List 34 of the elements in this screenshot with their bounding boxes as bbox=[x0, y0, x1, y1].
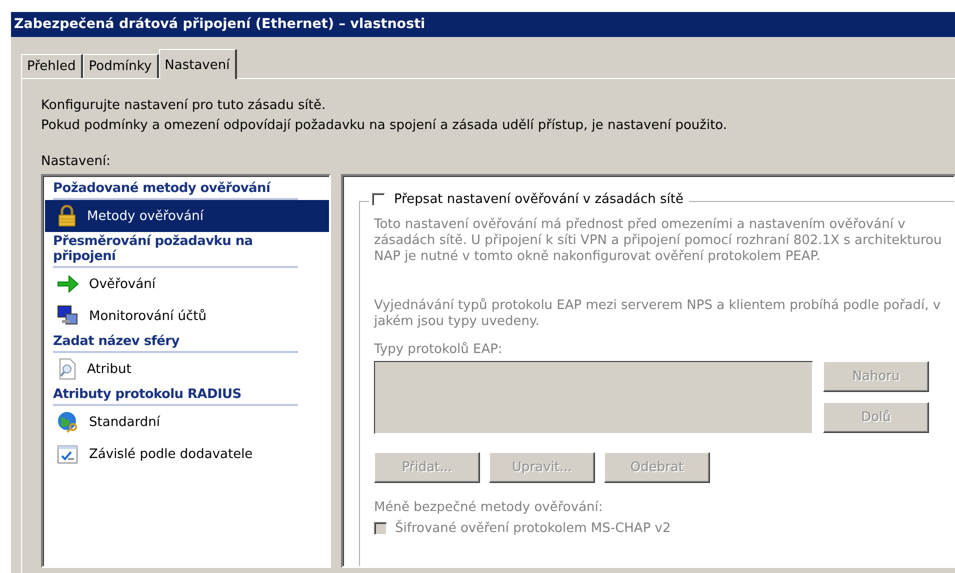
monitor-icon bbox=[57, 305, 79, 327]
nav-item[interactable]: Monitorování účtů bbox=[45, 300, 329, 332]
description-text: Toto nastavení ověřování má přednost před omezeními a nastavením ověřování v zásadách sítě. U připojení k síti VPN a připojení pomocí rozhraní 802.1X s architekturou NAP je nutné v tomto okně nakonfigurovat ověření protokolem PEAP. bbox=[374, 217, 943, 265]
description-text: Pokud podmínky a omezení odpovídají požadavku na spojení a zásada udělí přístup, je nastavení použito. bbox=[41, 117, 728, 135]
checkbox-label: Šifrované ověření protokolem MS-CHAP v2 bbox=[395, 521, 671, 536]
checkbox-label: Přepsat nastavení ověřování v zásadách sítě bbox=[394, 192, 684, 207]
nav-item[interactable]: Standardní bbox=[45, 406, 329, 438]
section-label: Méně bezpečné metody ověřování: bbox=[374, 500, 604, 515]
nav-label: Závislé podle dodavatele bbox=[89, 446, 253, 462]
section-heading: Atributy protokolu RADIUS bbox=[53, 385, 298, 406]
eap-types-label: Typy protokolů EAP: bbox=[374, 342, 504, 357]
lock-icon bbox=[57, 205, 77, 227]
nav-label: Ověřování bbox=[89, 276, 156, 292]
nav-item[interactable]: Atribut bbox=[45, 353, 329, 385]
nav-item[interactable]: Ověřování bbox=[45, 268, 329, 300]
globe-key-icon bbox=[57, 411, 79, 433]
tab[interactable]: Přehled bbox=[21, 54, 83, 78]
description-text: Konfigurujte nastavení pro tuto zásadu sítě. bbox=[41, 97, 327, 115]
checklist-icon bbox=[57, 444, 79, 464]
nav-item[interactable]: Metody ověřování bbox=[45, 200, 329, 232]
nav-label: Monitorování účtů bbox=[89, 308, 206, 324]
nav-label: Metody ověřování bbox=[87, 208, 204, 224]
description-text: Vyjednávání typů protokolu EAP mezi serverem NPS a klientem probíhá podle pořadí, v jakém jsou typy uvedeny. bbox=[374, 298, 942, 330]
nav-label: Atribut bbox=[87, 362, 132, 376]
tab[interactable]: Podmínky bbox=[82, 54, 159, 78]
arrow-icon bbox=[57, 275, 79, 293]
window-title: Zabezpečená drátová připojení (Ethernet) – vlastnosti bbox=[11, 12, 955, 37]
tab[interactable]: Nastavení bbox=[158, 49, 237, 79]
nav-item[interactable]: Závislé podle dodavatele bbox=[45, 438, 329, 470]
section-heading: Zadat název sféry bbox=[53, 332, 298, 353]
magnifier-document-icon bbox=[57, 358, 77, 380]
nav-label: Standardní bbox=[89, 414, 160, 430]
section-heading: Přesměrování požadavku na připojení bbox=[53, 232, 298, 268]
settings-label: Nastavení: bbox=[41, 154, 112, 169]
